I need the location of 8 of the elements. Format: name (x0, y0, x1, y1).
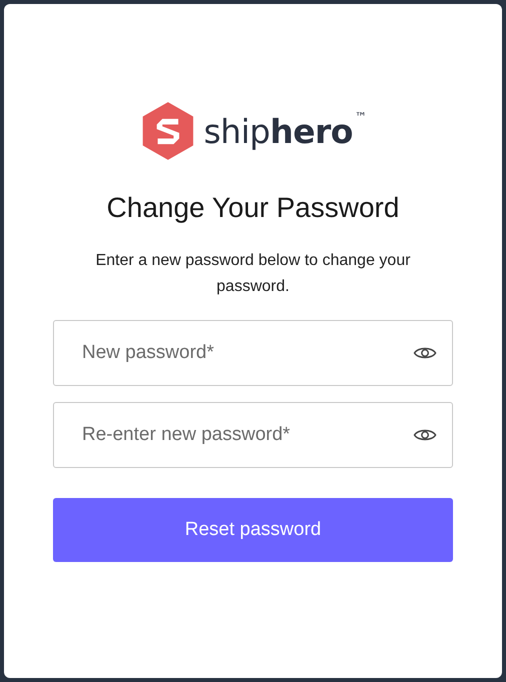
logo-wordmark: shiphero$^{™}$ (204, 112, 366, 150)
page-title: Change Your Password (106, 192, 400, 224)
password-field[interactable]: New password* (53, 320, 453, 386)
password-field[interactable]: Re-enter new password* (53, 402, 453, 468)
instruction-text: Enter a new password below to change your password. (94, 251, 412, 297)
eye-icon[interactable] (413, 345, 437, 361)
reset-password-button[interactable]: Reset password (53, 498, 453, 562)
eye-icon[interactable] (413, 427, 437, 443)
